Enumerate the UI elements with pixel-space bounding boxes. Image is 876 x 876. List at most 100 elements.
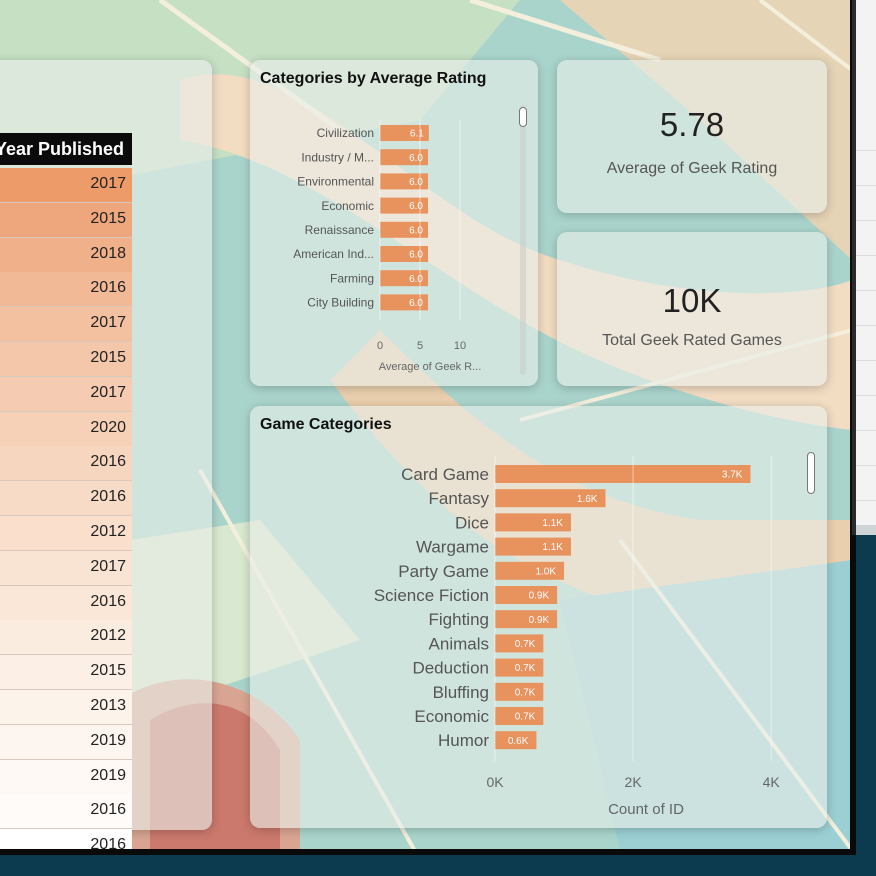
kpi-card-avg-geek-rating: 5.78 Average of Geek Rating (557, 60, 827, 213)
kpi-value: 5.78 (659, 106, 725, 143)
data-label: 3.7K (722, 470, 743, 481)
data-label: 6.0 (409, 225, 423, 236)
category-label: Deduction (412, 659, 489, 678)
chart-scrollbar-thumb[interactable] (519, 107, 527, 127)
category-label: Renaissance (305, 223, 375, 237)
cell-year-published: 2016 (90, 488, 126, 506)
x-axis-title: Average of Geek R... (379, 361, 482, 373)
data-label: 0.9K (529, 591, 550, 602)
kpi-label: Total Geek Rated Games (602, 332, 782, 349)
avg-rating-chart-card: Categories by Average Rating Civilizatio… (250, 60, 538, 386)
category-label: Animals (429, 634, 489, 653)
data-label: 0.7K (515, 712, 536, 723)
canvas-border (0, 849, 856, 855)
data-label: 0.7K (515, 663, 536, 674)
category-label: Fighting (429, 610, 489, 629)
category-label: Bluffing (433, 683, 489, 702)
table-row[interactable]: 2017 (0, 550, 132, 586)
avg-rating-bar-chart: Civilization 6.1 Industry / M... 6.0 Environ… (293, 120, 482, 373)
kpi-label: Average of Geek Rating (606, 160, 778, 177)
data-label: 6.0 (409, 177, 423, 188)
table-row[interactable]: 2015 (0, 202, 132, 238)
category-label: Dice (455, 513, 489, 532)
x-tick-label: 0 (377, 340, 383, 352)
category-label: Industry / M... (301, 150, 374, 164)
cell-year-published: 2012 (90, 627, 126, 645)
cell-year-published: 2019 (90, 731, 126, 749)
table-row[interactable]: 2013 (0, 690, 132, 725)
table-row[interactable]: 2016 (0, 272, 132, 308)
category-label: Science Fiction (374, 586, 489, 605)
category-label: Card Game (401, 465, 489, 484)
table-row[interactable]: 2017 (0, 168, 132, 203)
category-label: Humor (438, 731, 489, 750)
x-tick-label: 2K (625, 774, 643, 790)
cell-year-published: 2013 (90, 697, 126, 714)
category-label: Environmental (297, 175, 374, 189)
data-label: 6.0 (409, 201, 423, 212)
data-label: 1.6K (577, 494, 598, 505)
category-label: Farming (330, 271, 374, 285)
cell-year-published: 2018 (90, 244, 126, 262)
data-label: 6.0 (409, 153, 423, 164)
cell-year-published: 2016 (90, 592, 126, 610)
bar[interactable] (495, 465, 751, 483)
games-table-card: Year Published 2017 2015 2018 2016 2017 2015 2… (0, 60, 212, 850)
table-row[interactable]: 2017 (0, 307, 132, 343)
table-header[interactable]: Year Published (0, 133, 132, 165)
table-row[interactable]: 2012 (0, 516, 132, 551)
table-row[interactable]: 2019 (0, 759, 132, 795)
data-label: 1.0K (535, 566, 556, 577)
table-row[interactable]: 2019 (0, 724, 132, 760)
table-row[interactable]: 2015 (0, 655, 132, 691)
category-label: Economic (321, 199, 374, 213)
cell-year-published: 2020 (90, 418, 126, 436)
category-label: American Ind... (293, 247, 374, 261)
category-label: Party Game (398, 562, 489, 581)
cell-year-published: 2017 (90, 557, 126, 575)
cell-year-published: 2017 (90, 314, 126, 332)
report-canvas: Year Published 2017 2015 2018 2016 2017 2015 2… (0, 0, 852, 850)
cell-year-published: 2015 (90, 349, 126, 366)
category-label: Wargame (416, 538, 489, 557)
table-row[interactable]: 2016 (0, 446, 132, 482)
cell-year-published: 2015 (90, 209, 126, 227)
data-label: 0.7K (515, 687, 536, 698)
data-label: 0.6K (508, 736, 529, 747)
table-row[interactable]: 2018 (0, 237, 132, 273)
data-label: 1.1K (542, 518, 563, 529)
table-row[interactable]: 2020 (0, 411, 132, 447)
game-categories-bar-chart: Card Game 3.7K Fantasy 1.6K Dice 1.1K Wargame 1… (374, 456, 780, 818)
category-label: Economic (414, 707, 489, 726)
kpi-card-total-rated-games: 10K Total Geek Rated Games (557, 232, 827, 386)
table-row[interactable]: 2012 (0, 620, 132, 656)
table-row[interactable]: 2017 (0, 376, 132, 412)
x-axis-title: Count of ID (608, 801, 684, 818)
cell-year-published: 2016 (90, 279, 126, 297)
chart-scrollbar-track[interactable] (520, 105, 526, 375)
table-row[interactable]: 2015 (0, 342, 132, 377)
data-label: 6.0 (409, 250, 423, 261)
category-label: Fantasy (429, 489, 490, 508)
data-label: 6.1 (410, 129, 424, 140)
table-row[interactable]: 2016 (0, 585, 132, 621)
table-row[interactable]: 2016 (0, 481, 132, 517)
table-row[interactable]: 2016 (0, 829, 132, 850)
cell-year-published: 2015 (90, 662, 126, 680)
window-edge (856, 525, 876, 535)
data-label: 6.0 (409, 298, 423, 309)
data-label: 0.7K (515, 639, 536, 650)
x-tick-label: 10 (454, 340, 466, 352)
data-label: 6.0 (409, 274, 423, 285)
cell-year-published: 2016 (90, 453, 126, 471)
background-window (856, 0, 876, 535)
chart-scrollbar-thumb[interactable] (807, 452, 815, 494)
column-header-year-published[interactable]: Year Published (0, 139, 124, 160)
cell-year-published: 2019 (90, 766, 126, 784)
game-categories-chart-card: Game Categories Card Game 3.7K Fantasy 1.6K… (250, 406, 827, 828)
category-label: City Building (307, 296, 374, 310)
cell-year-published: 2017 (90, 175, 126, 192)
data-label: 1.1K (542, 542, 563, 553)
table-row[interactable]: 2016 (0, 794, 132, 830)
cell-year-published: 2012 (90, 523, 126, 540)
